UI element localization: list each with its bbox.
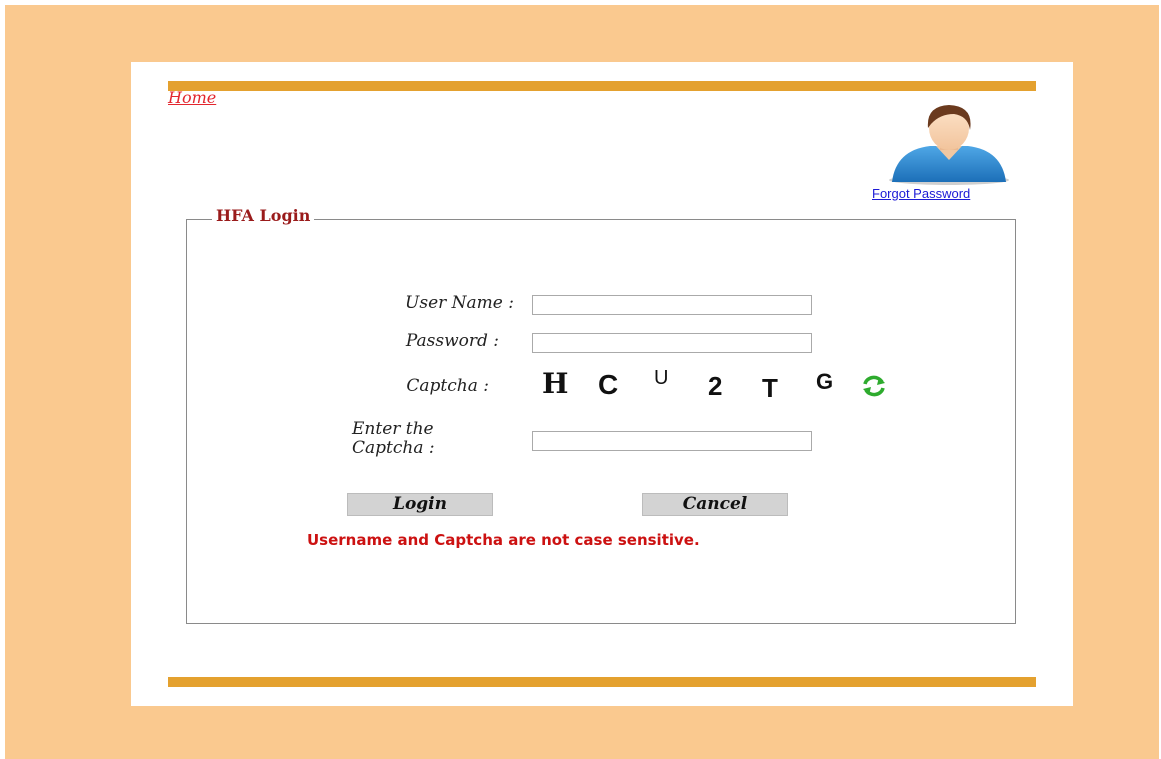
captcha-char: H [542,367,569,400]
login-button[interactable]: Login [347,493,493,516]
captcha-label: Captcha : [406,376,489,396]
username-label: User Name : [405,293,514,313]
captcha-char: U [654,367,669,389]
forgot-password-link[interactable]: Forgot Password [872,186,970,201]
login-legend: HFA Login [212,206,315,225]
captcha-input[interactable] [532,431,812,451]
captcha-char: G [816,369,834,394]
captcha-char: T [762,373,778,403]
username-input[interactable] [532,295,812,315]
top-accent-bar [168,81,1036,91]
refresh-icon[interactable] [860,374,888,398]
cancel-button[interactable]: Cancel [642,493,788,516]
captcha-image: H C U 2 T G [540,363,860,403]
captcha-char: 2 [708,371,723,401]
password-input[interactable] [532,333,812,353]
captcha-char: C [598,369,619,400]
password-label: Password : [405,331,499,351]
case-sensitivity-note: Username and Captcha are not case sensit… [307,531,700,549]
login-fieldset [186,219,1016,624]
user-avatar-icon [884,104,1014,186]
enter-captcha-label: Enter the Captcha : [352,419,435,458]
home-link[interactable]: Home [168,88,216,107]
bottom-accent-bar [168,677,1036,687]
